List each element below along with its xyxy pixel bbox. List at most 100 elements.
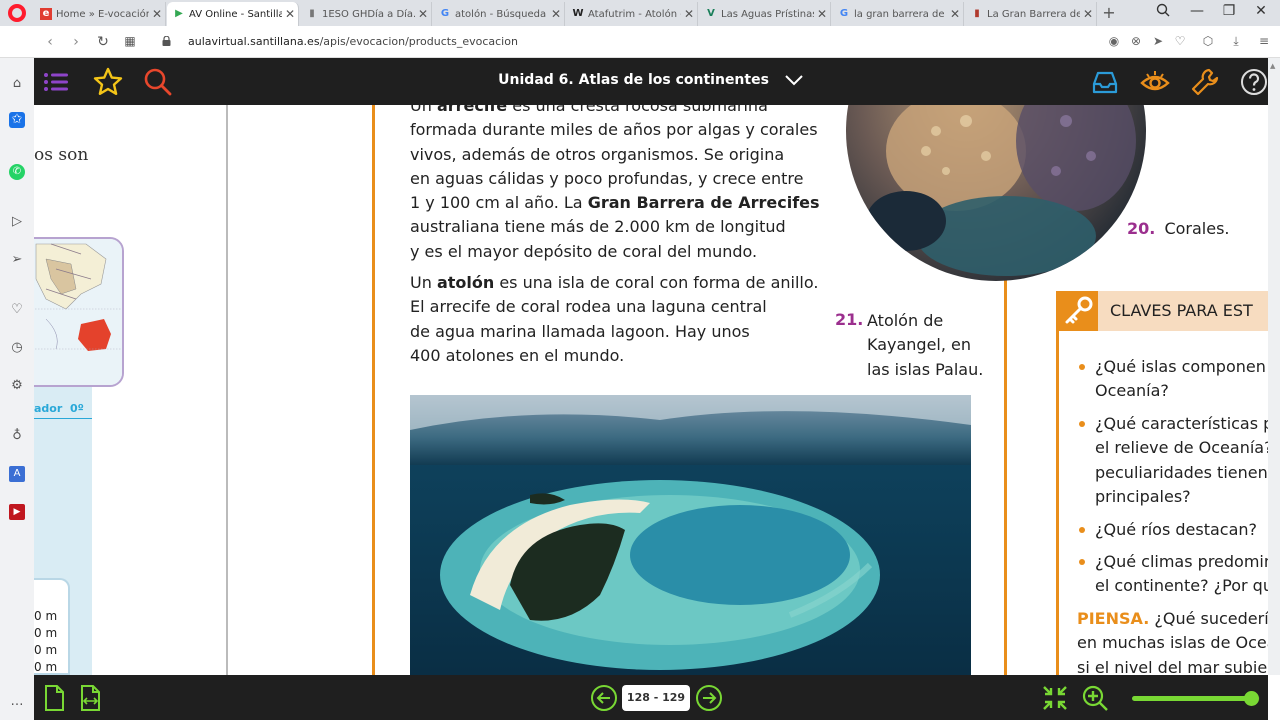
- tab-label: La Gran Barrera de C: [987, 8, 1080, 20]
- url-path: /apis/evocacion/products_evocacion: [319, 35, 518, 48]
- inbox-icon[interactable]: [1089, 66, 1121, 98]
- send-icon[interactable]: ➤: [1150, 34, 1166, 48]
- heart-icon[interactable]: ♡: [1172, 34, 1188, 48]
- chevron-down-icon[interactable]: [784, 74, 804, 86]
- close-icon[interactable]: ✕: [149, 7, 165, 21]
- tab-bar: e Home » E-vocación ✕ ▶ AV Online - Sant…: [0, 0, 1280, 26]
- vertical-scrollbar[interactable]: ▲: [1268, 58, 1280, 675]
- history-icon[interactable]: ◷: [9, 340, 25, 356]
- back-icon[interactable]: ‹: [42, 34, 58, 50]
- tab-label: la gran barrera de co: [854, 8, 947, 20]
- whatsapp-icon[interactable]: ✆: [9, 164, 25, 180]
- claves-item: ¿Qué climas predomin el continente? ¿Por…: [1095, 552, 1268, 596]
- reload-icon[interactable]: ↻: [95, 34, 111, 50]
- tab-gran-barrera-google[interactable]: G la gran barrera de co ✕: [832, 2, 964, 26]
- close-window-icon[interactable]: ✕: [1246, 3, 1276, 19]
- video-icon[interactable]: ▶: [9, 504, 25, 520]
- caption-line: Atolón de: [867, 311, 944, 330]
- close-icon[interactable]: ✕: [814, 7, 830, 21]
- lightbulb-icon[interactable]: ♁: [9, 428, 25, 444]
- new-tab-icon[interactable]: +: [1100, 3, 1118, 22]
- caption-line: Kayangel, en: [867, 335, 972, 355]
- unit-title[interactable]: Unidad 6. Atlas de los continentes: [34, 72, 1268, 88]
- eye-icon[interactable]: [1139, 66, 1171, 98]
- piensa-block: PIENSA. ¿Qué sucedería en muchas islas d…: [1077, 607, 1268, 675]
- tab-atolon-busqueda[interactable]: G atolón - Búsqueda de ✕: [433, 2, 565, 26]
- scroll-up-icon[interactable]: ▲: [1270, 62, 1278, 70]
- zoom-slider-thumb[interactable]: [1244, 691, 1260, 706]
- bullet: [1079, 527, 1085, 533]
- document-favicon-icon: ▮: [309, 8, 315, 19]
- tab-atafutrim[interactable]: W Atafutrim - Atolón - W ✕: [566, 2, 698, 26]
- adblock-icon[interactable]: ⊗: [1128, 34, 1144, 48]
- next-page-icon[interactable]: [695, 684, 723, 712]
- close-icon[interactable]: ✕: [947, 7, 963, 21]
- app-header: Unidad 6. Atlas de los continentes: [34, 58, 1268, 105]
- tab-av-online[interactable]: ▶ AV Online - Santillana ✕: [167, 2, 299, 26]
- altitude-label: 0 m: [34, 609, 58, 623]
- atoll-photo[interactable]: [410, 395, 971, 675]
- close-icon[interactable]: ✕: [282, 7, 298, 21]
- translate-icon[interactable]: A: [9, 466, 25, 482]
- text-line: australiana tiene más de 2.000 km de lon…: [410, 217, 786, 237]
- minimize-icon[interactable]: —: [1182, 3, 1212, 19]
- piensa-label: PIENSA.: [1077, 609, 1150, 628]
- menu-icon[interactable]: ≡: [1256, 34, 1272, 48]
- close-icon[interactable]: ✕: [415, 7, 431, 21]
- play-favicon-icon: ▶: [175, 8, 183, 19]
- restore-icon[interactable]: ❐: [1214, 3, 1244, 19]
- equator-label: ador: [34, 402, 63, 415]
- page-indicator[interactable]: 128 - 129: [622, 685, 690, 711]
- previous-page-icon[interactable]: [590, 684, 618, 712]
- zoom-in-icon[interactable]: [1081, 684, 1109, 712]
- tab-aguas-pristinas[interactable]: V Las Aguas Prístinas d ✕: [699, 2, 831, 26]
- help-icon[interactable]: [1238, 66, 1270, 98]
- camera-icon[interactable]: ◉: [1106, 34, 1122, 48]
- claves-item: ¿Qué características p el relieve de Oce…: [1095, 414, 1268, 506]
- fit-width-icon[interactable]: [78, 684, 102, 712]
- heart-icon[interactable]: ♡: [9, 302, 25, 318]
- download-icon[interactable]: ⤓: [1228, 34, 1244, 49]
- zoom-slider-fill: [1132, 696, 1252, 701]
- book-viewer[interactable]: os son ador 0º 0 m 0 m 0 m 0 m Un arreci…: [34, 105, 1268, 675]
- close-icon[interactable]: ✕: [1080, 7, 1096, 21]
- gutter: [228, 105, 372, 675]
- coral-photo[interactable]: [846, 105, 1146, 281]
- tab-home-evocacion[interactable]: e Home » E-vocación ✕: [34, 2, 166, 26]
- opera-logo-icon[interactable]: [8, 4, 26, 22]
- caption-20: 20. Corales.: [1127, 219, 1230, 238]
- wrench-icon[interactable]: [1189, 66, 1221, 98]
- left-page: os son ador 0º 0 m 0 m 0 m 0 m: [34, 105, 228, 675]
- close-icon[interactable]: ✕: [681, 7, 697, 21]
- settings-icon[interactable]: ⚙: [9, 378, 25, 394]
- tab-gran-barrera[interactable]: ▮ La Gran Barrera de C ✕: [965, 2, 1097, 26]
- equator-line: [34, 418, 92, 419]
- zoom-slider[interactable]: [1132, 691, 1260, 706]
- google-favicon-icon: G: [440, 8, 450, 19]
- home-icon[interactable]: ⌂: [9, 76, 25, 92]
- world-map-thumbnail[interactable]: [34, 237, 124, 387]
- cube-icon[interactable]: ⬡: [1200, 34, 1216, 48]
- player-icon[interactable]: ▷: [9, 214, 25, 230]
- send-icon[interactable]: ➢: [9, 252, 25, 268]
- page-left-border: [372, 105, 375, 675]
- altitude-values: 0 m 0 m 0 m 0 m: [34, 608, 57, 675]
- bullet: [1079, 364, 1085, 370]
- search-tabs-icon[interactable]: [1148, 3, 1178, 21]
- piensa-text: en muchas islas de Ocea: [1077, 633, 1268, 653]
- forward-icon[interactable]: ›: [68, 34, 84, 50]
- tab-label: atolón - Búsqueda de: [455, 8, 548, 20]
- tabs-grid-icon[interactable]: ▦: [122, 34, 138, 48]
- url-field[interactable]: aulavirtual.santillana.es/apis/evocacion…: [188, 35, 518, 48]
- address-bar: ‹ › ↻ ▦ aulavirtual.santillana.es/apis/e…: [0, 26, 1280, 58]
- speed-dial-icon[interactable]: ✩: [9, 112, 25, 128]
- claves-item: ¿Qué ríos destacan?: [1095, 520, 1258, 539]
- single-page-icon[interactable]: [42, 684, 66, 712]
- piensa-text: ¿Qué sucedería: [1149, 609, 1268, 628]
- fullscreen-shrink-icon[interactable]: [1041, 684, 1069, 712]
- tab-1eso[interactable]: ▮ 1ESO GHDía a Día. Pr ✕: [300, 2, 432, 26]
- unit-title-text: Unidad 6. Atlas de los continentes: [498, 72, 769, 88]
- more-icon[interactable]: …: [9, 694, 25, 710]
- altitude-label: 0 m: [34, 626, 58, 640]
- close-icon[interactable]: ✕: [548, 7, 564, 21]
